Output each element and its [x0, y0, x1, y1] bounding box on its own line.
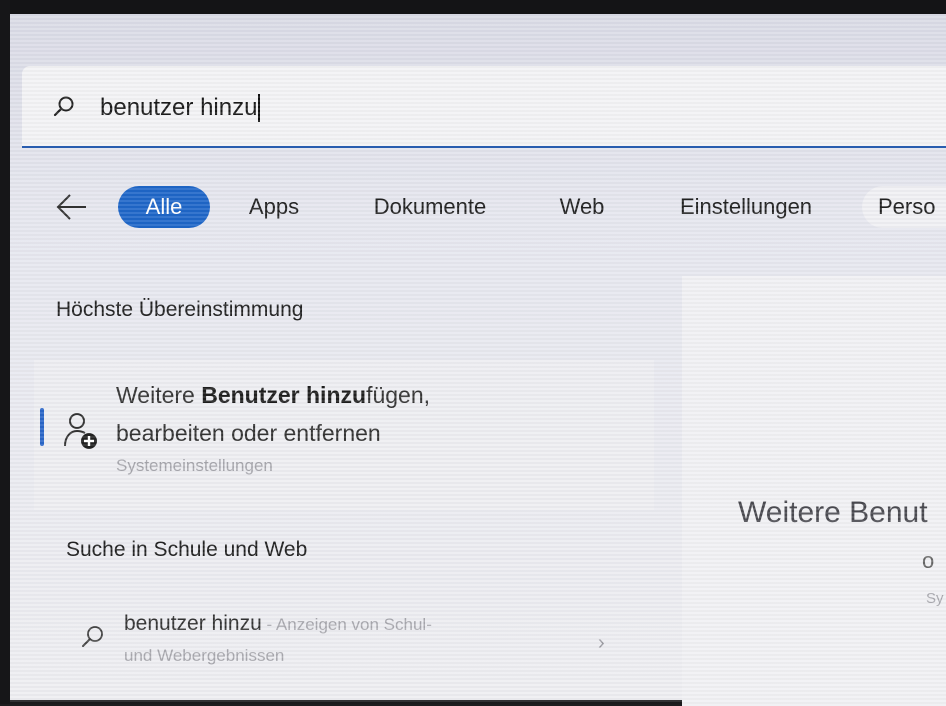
selection-indicator — [40, 408, 44, 446]
best-match-title-line1: Weitere Benutzer hinzufügen, — [116, 382, 430, 409]
tab-personen[interactable]: Perso — [862, 186, 946, 228]
monitor-bezel-left — [0, 0, 10, 704]
best-match-heading: Höchste Übereinstimmung — [56, 298, 304, 321]
best-match-title-line2: bearbeiten oder entfernen — [116, 420, 381, 446]
search-icon — [53, 96, 74, 117]
search-icon — [82, 626, 103, 647]
web-search-heading: Suche in Schule und Web — [66, 538, 308, 561]
chevron-right-icon[interactable]: › — [598, 632, 605, 655]
monitor-bezel-top — [0, 0, 946, 14]
tab-label: Dokumente — [373, 194, 487, 219]
preview-category: Sy — [926, 590, 944, 607]
web-search-result[interactable]: benutzer hinzu - Anzeigen von Schul- — [124, 612, 432, 636]
tab-alle[interactable]: Alle — [118, 186, 210, 228]
tab-label: Alle — [145, 194, 183, 219]
web-suffix: - Anzeigen von Schul- — [261, 615, 432, 634]
user-add-icon — [64, 413, 97, 449]
best-match-category: Systemeinstellungen — [116, 456, 273, 475]
tab-dokumente[interactable]: Dokumente — [340, 186, 520, 228]
preview-pane — [682, 276, 946, 706]
tab-web[interactable]: Web — [536, 186, 628, 228]
match-text-highlight: Benutzer hinzu — [201, 382, 367, 408]
match-text-post: fügen, — [366, 382, 431, 408]
tab-label: Perso — [878, 194, 936, 219]
search-input[interactable]: benutzer hinzu — [100, 94, 261, 122]
web-search-subtext: und Webergebnissen — [124, 646, 285, 665]
web-query: benutzer hinzu — [124, 612, 262, 635]
arrow-left-icon[interactable] — [54, 192, 88, 222]
tab-label: Apps — [248, 194, 300, 219]
match-text-pre: Weitere — [116, 382, 202, 408]
search-box[interactable]: benutzer hinzu — [22, 66, 946, 148]
tab-einstellungen[interactable]: Einstellungen — [644, 186, 848, 228]
tab-apps[interactable]: Apps — [226, 186, 322, 228]
preview-subtitle: o — [922, 548, 935, 573]
tab-label: Einstellungen — [679, 194, 813, 219]
text-caret — [258, 94, 261, 122]
preview-title: Weitere Benut — [738, 496, 928, 529]
tab-label: Web — [559, 194, 605, 219]
search-query: benutzer hinzu — [100, 94, 258, 121]
